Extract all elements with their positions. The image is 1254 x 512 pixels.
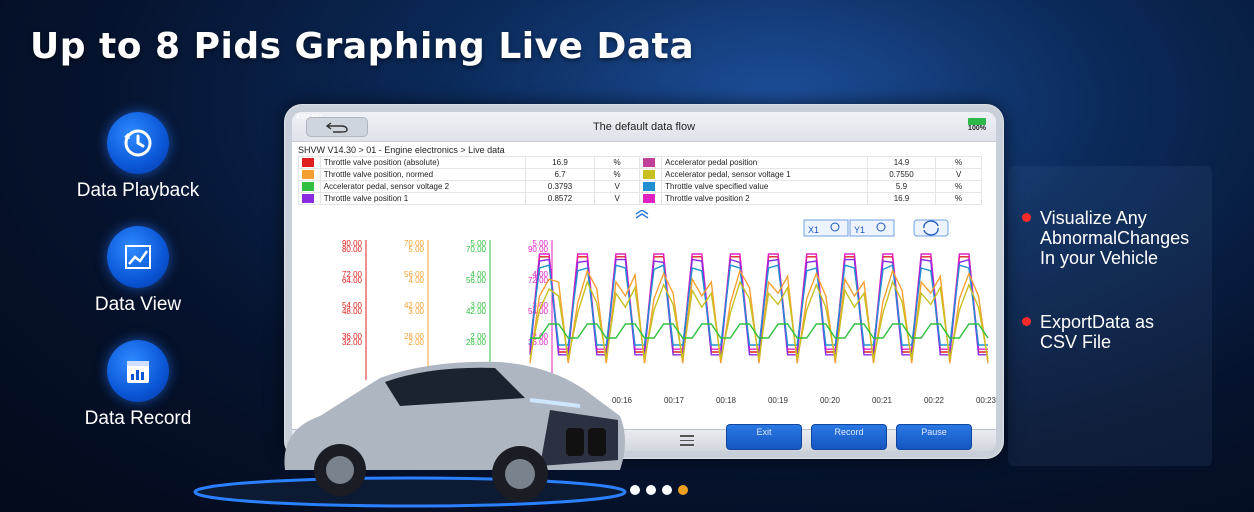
pid-color [298,192,321,205]
pid-row: Throttle valve position, normed 6.7% Accel… [298,168,982,181]
pid-value: 14.9 [866,156,937,169]
pid-name: Accelerator pedal, sensor voltage 1 [661,168,868,181]
menu-icon[interactable] [680,435,694,449]
y-tick-label: 4.00 [408,276,424,285]
pid-row: Accelerator pedal, sensor voltage 2 0.379… [298,180,982,193]
pid-unit: V [593,192,641,205]
series-swatch [643,170,656,180]
y-tick-label: 42.00 [466,307,487,316]
pagination-dot[interactable] [678,485,688,495]
pid-color [639,180,663,193]
bullet-item: ExportData as CSV File [1022,312,1172,352]
series-swatch [302,158,314,168]
feature-label: Data View [94,294,182,315]
series-swatch [302,182,314,192]
pid-value: 0.3793 [525,180,595,193]
chart-icon [107,226,169,288]
pid-row: Throttle valve position 1 0.8572 V Throttle… [298,192,982,205]
pagination-dots [630,482,694,500]
battery-icon [968,118,986,125]
headline: Up to 8 Pids Graphing Live Data [30,26,695,67]
x-tick-label: 00:19 [768,396,789,405]
pid-table: Throttle valve position (absolute) 16.9% A… [298,156,982,205]
pagination-dot[interactable] [646,485,656,495]
top-bar: 4:04 PM The default data flow 100% [292,112,996,142]
exit-button[interactable]: Exit [726,424,802,450]
bullet-item: Visualize Any AbnormalChanges In your Ve… [1022,208,1202,268]
pid-name: Throttle valve position (absolute) [319,156,527,169]
collapse-chevron-icon [635,209,649,219]
pid-name: Throttle valve position 1 [319,192,527,205]
series-swatch [302,194,314,204]
pagination-dot[interactable] [662,485,672,495]
pause-button[interactable]: Pause [896,424,972,450]
feature-label: Data Playback [76,180,200,201]
zoom-y-label: Y1 [854,225,865,235]
y-tick-label: 80.00 [342,245,363,254]
pid-name: Throttle valve specified value [661,180,868,193]
feature-data-playback[interactable]: Data Playback [43,112,233,202]
pid-unit: % [593,168,641,181]
pagination-dot[interactable] [630,485,640,495]
pid-value: 5.9 [866,180,937,193]
y-tick-label: 48.00 [342,307,363,316]
pid-unit: % [593,156,641,169]
y-tick-label: 5.00 [408,245,424,254]
series-swatch [643,182,656,192]
bullet-list: Visualize Any AbnormalChanges In your Ve… [1022,208,1242,352]
pid-name: Throttle valve position 2 [661,192,868,205]
y-tick-label: 90.00 [528,245,549,254]
x-tick-label: 00:18 [716,396,737,405]
battery-level: 100% [968,125,986,132]
pid-value: 0.8572 [525,192,595,205]
car-image [193,361,627,508]
x-tick-label: 00:22 [924,396,945,405]
calendar-chart-icon [107,340,169,402]
y-tick-label: 3.00 [408,307,424,316]
y-tick-label: 64.00 [342,276,363,285]
x-tick-label: 00:20 [820,396,841,405]
y-tick-label: 70.00 [466,245,487,254]
pid-unit: % [935,156,982,169]
series-swatch [643,158,656,168]
x-tick-label: 00:23 [976,396,996,405]
series-swatch [643,194,656,204]
battery-indicator: 100% [968,118,986,132]
breadcrumb: SHVW V14.30 > 01 - Engine electronics > … [298,145,505,155]
pid-color [298,168,321,181]
x-tick-label: 00:17 [664,396,685,405]
refresh-button[interactable] [913,219,949,237]
pid-color [298,156,321,169]
pid-value: 16.9 [525,156,595,169]
pid-name: Accelerator pedal, sensor voltage 2 [319,180,527,193]
pid-unit: V [593,180,641,193]
pid-color [639,156,663,169]
pid-color [298,180,321,193]
feature-data-view[interactable]: Data View [43,226,233,316]
x-tick-label: 00:21 [872,396,893,405]
pid-unit: % [935,192,982,205]
pid-name: Accelerator pedal position [661,156,868,169]
pid-unit: % [935,180,982,193]
pid-row: Throttle valve position (absolute) 16.9% A… [298,156,982,169]
zoom-x-label: X1 [808,225,819,235]
pid-unit: V [935,168,982,181]
screen-title: The default data flow [592,121,696,133]
pid-name: Throttle valve position, normed [319,168,527,181]
record-button[interactable]: Record [811,424,887,450]
pid-color [639,192,663,205]
pid-value: 0.7550 [866,168,937,181]
pid-color [639,168,663,181]
y-tick-label: 56.00 [466,276,487,285]
history-icon [107,112,169,174]
pid-value: 6.7 [525,168,595,181]
pid-value: 16.9 [866,192,937,205]
series-swatch [302,170,314,180]
